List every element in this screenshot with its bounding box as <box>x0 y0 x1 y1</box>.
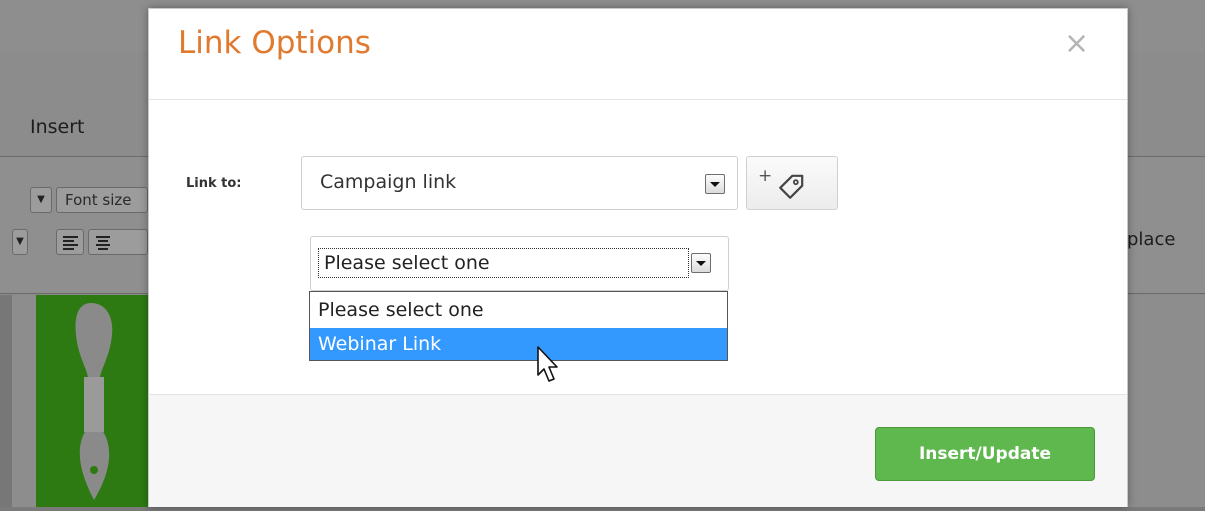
svg-text:+: + <box>758 166 772 186</box>
replace-label: place <box>1127 229 1176 250</box>
paint-brush-image <box>36 295 149 507</box>
link-to-select[interactable]: Campaign link <box>301 156 738 210</box>
link-to-value: Campaign link <box>320 171 457 193</box>
mouse-pointer-icon <box>537 346 558 382</box>
chevron-down-icon[interactable] <box>691 253 711 273</box>
canvas-left-strip <box>0 295 12 507</box>
close-icon[interactable]: × <box>1064 29 1089 59</box>
dropdown-list: Please select one Webinar Link <box>309 291 728 361</box>
dialog-header: Link Options × <box>149 9 1127 100</box>
menu-insert: Insert <box>30 116 85 138</box>
align-center-icon <box>88 229 148 255</box>
dropdown-option-selected[interactable]: Webinar Link <box>310 328 727 360</box>
campaign-link-select[interactable]: Please select one <box>310 236 729 291</box>
add-tag-icon: + <box>758 166 804 199</box>
add-tag-button[interactable]: + <box>746 156 838 210</box>
chevron-down-icon[interactable] <box>705 174 725 194</box>
dropdown-arrow-icon: ▼ <box>12 229 28 255</box>
insert-update-button[interactable]: Insert/Update <box>875 427 1095 481</box>
campaign-link-value: Please select one <box>324 252 490 274</box>
align-left-icon <box>56 229 84 255</box>
link-to-label: Link to: <box>186 176 242 191</box>
dropdown-arrow-icon: ▼ <box>30 187 52 213</box>
dialog-title: Link Options <box>178 25 371 61</box>
dropdown-option[interactable]: Please select one <box>310 294 727 326</box>
link-options-dialog: Link Options × Link to: Campaign link + … <box>148 8 1128 507</box>
font-size-select: Font size <box>56 187 148 213</box>
